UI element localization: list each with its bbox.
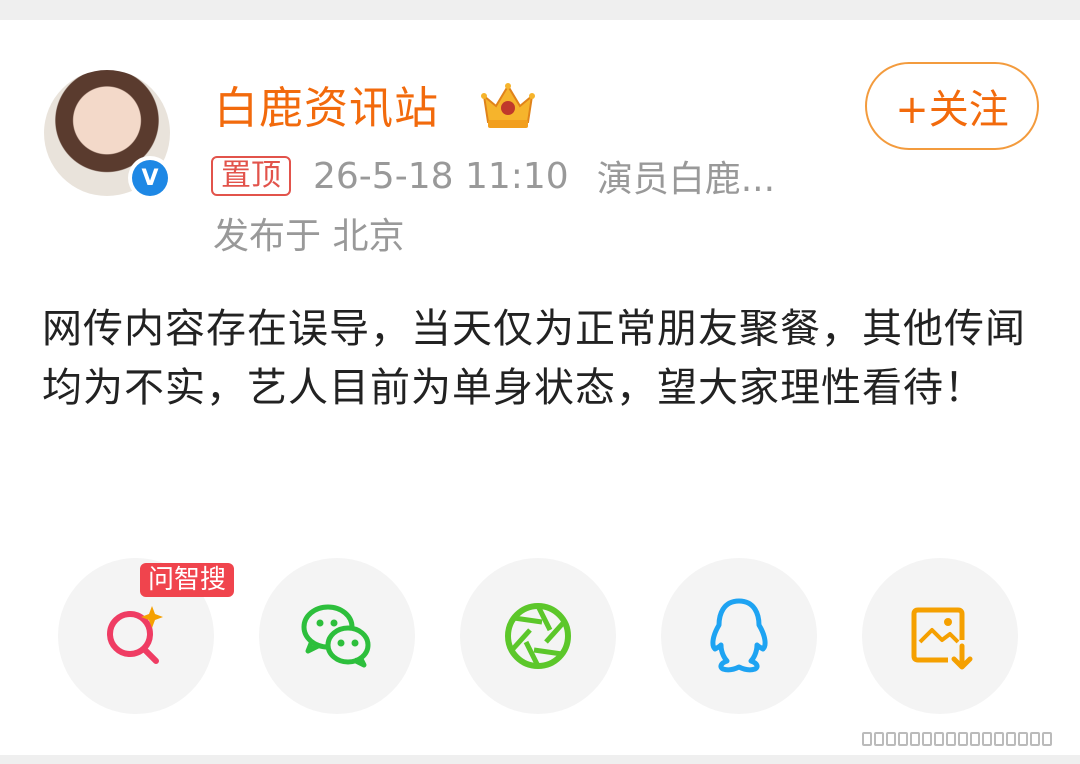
qq-icon — [710, 598, 768, 673]
post-card: V 白鹿资讯站 +关注 置顶 26-5-18 11:10 演员白鹿... 发布于… — [0, 20, 1080, 755]
moments-share-button[interactable] — [460, 558, 616, 714]
wechat-icon — [301, 604, 371, 668]
post-location: 发布于 北京 — [213, 216, 405, 257]
zhisou-search-icon — [107, 606, 163, 664]
verified-badge-icon: V — [128, 156, 172, 200]
author-name[interactable]: 白鹿资讯站 — [214, 72, 439, 136]
image-pager-indicator — [862, 732, 1052, 746]
zhisou-tag: 问智搜 — [140, 563, 235, 597]
save-image-icon — [911, 607, 973, 670]
pinned-badge: 置顶 — [211, 156, 291, 196]
moments-icon — [505, 603, 571, 669]
post-timestamp: 26-5-18 11:10 — [313, 155, 569, 197]
follow-button[interactable]: +关注 — [865, 62, 1039, 150]
qq-share-button[interactable] — [661, 558, 817, 714]
wechat-share-button[interactable] — [259, 558, 415, 714]
save-image-button[interactable] — [862, 558, 1018, 714]
post-source[interactable]: 演员白鹿... — [597, 150, 775, 202]
post-meta: 置顶 26-5-18 11:10 演员白鹿... — [211, 150, 775, 202]
post-text: 网传内容存在误导，当天仅为正常朋友聚餐，其他传闻均为不实，艺人目前为单身状态，望… — [42, 306, 1026, 411]
crown-badge-icon — [481, 83, 535, 128]
